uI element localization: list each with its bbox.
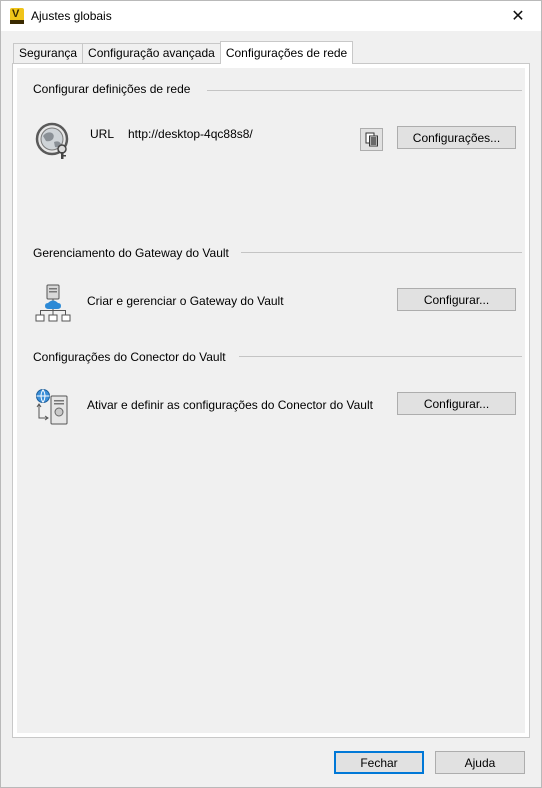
- network-group-divider: [207, 90, 522, 91]
- copy-url-button[interactable]: [360, 128, 383, 151]
- gateway-network-icon: [35, 284, 71, 322]
- vault-app-icon: V: [10, 8, 24, 24]
- tab-configuracoes-de-rede[interactable]: Configurações de rede: [219, 41, 354, 64]
- window-title: Ajustes globais: [31, 9, 112, 23]
- connector-description: Ativar e definir as configurações do Con…: [87, 398, 373, 412]
- connector-group-title: Configurações do Conector do Vault: [33, 350, 226, 364]
- close-window-button[interactable]: ✕: [495, 1, 541, 31]
- connector-group-divider: [239, 356, 522, 357]
- network-globe-icon: [35, 122, 73, 160]
- tab-panel: Configurar definições de rede URL http:/…: [12, 63, 530, 738]
- copy-icon: [365, 132, 378, 147]
- title-bar: V Ajustes globais ✕: [1, 1, 541, 31]
- tab-strip: Segurança Configuração avançada Configur…: [13, 41, 354, 64]
- url-label: URL: [90, 127, 115, 141]
- help-button[interactable]: Ajuda: [435, 751, 525, 774]
- close-icon: ✕: [511, 8, 525, 25]
- global-settings-dialog: V Ajustes globais ✕ Segurança Configuraç…: [0, 0, 542, 788]
- connector-server-icon: [35, 388, 71, 426]
- network-group-title: Configurar definições de rede: [33, 82, 191, 96]
- network-settings-button[interactable]: Configurações...: [397, 126, 516, 149]
- tab-configuracao-avancada[interactable]: Configuração avançada: [82, 43, 221, 63]
- connector-configure-button[interactable]: Configurar...: [397, 392, 516, 415]
- gateway-group-divider: [241, 252, 522, 253]
- close-dialog-button[interactable]: Fechar: [334, 751, 424, 774]
- tab-seguranca[interactable]: Segurança: [13, 43, 84, 63]
- tab-panel-content: Configurar definições de rede URL http:/…: [17, 68, 525, 733]
- gateway-group-title: Gerenciamento do Gateway do Vault: [33, 246, 229, 260]
- gateway-configure-button[interactable]: Configurar...: [397, 288, 516, 311]
- gateway-description: Criar e gerenciar o Gateway do Vault: [87, 294, 284, 308]
- url-value: http://desktop-4qc88s8/: [128, 127, 253, 141]
